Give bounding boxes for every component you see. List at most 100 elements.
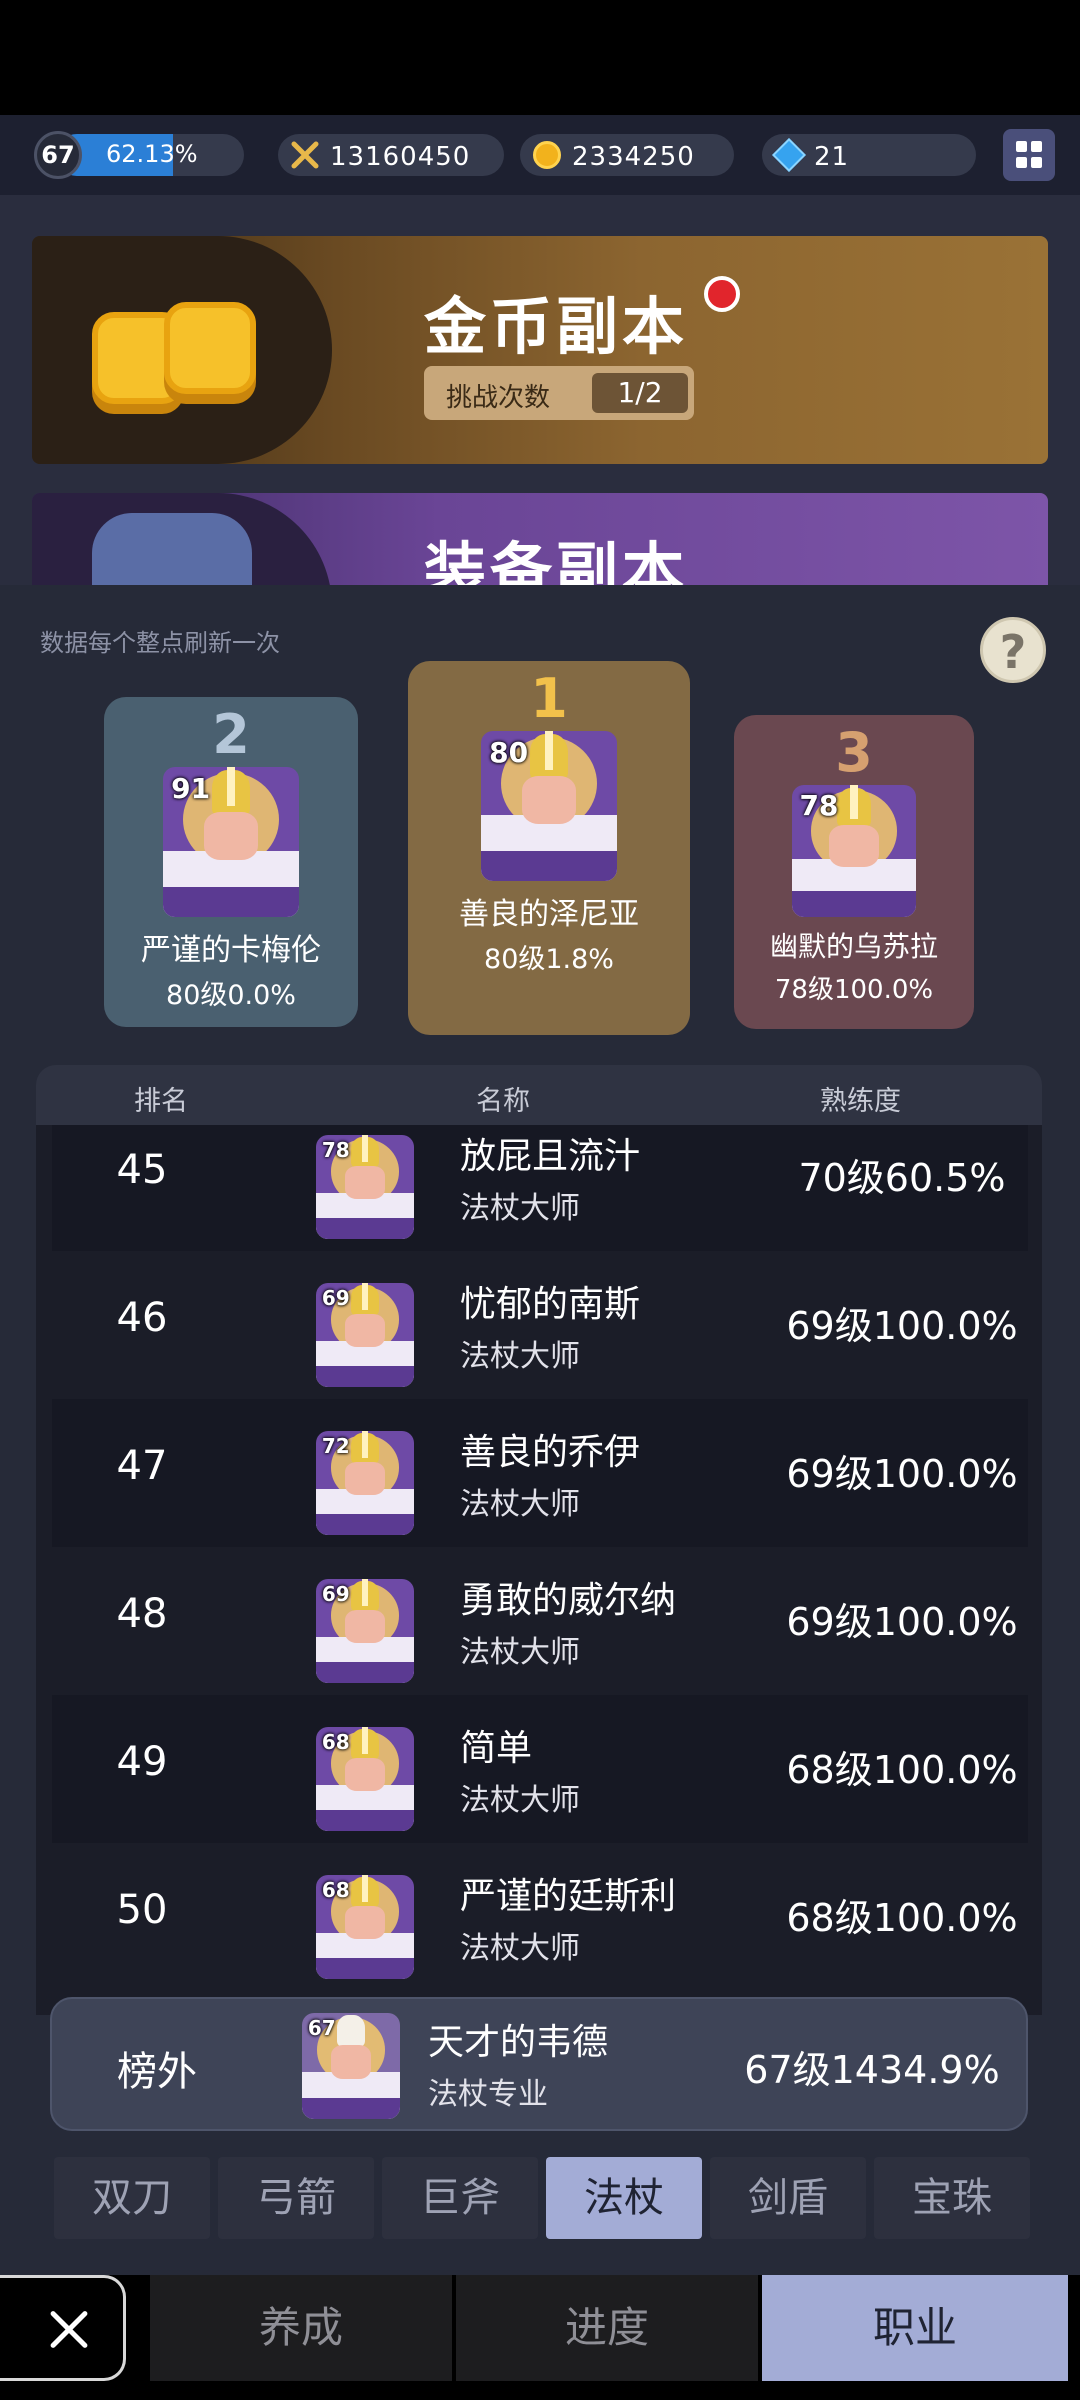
gem-counter: 21 (762, 134, 976, 176)
weapon-tabs: 双刀 弓箭 巨斧 法杖 剑盾 宝珠 (50, 2157, 1030, 2239)
gold-counter: 2334250 (520, 134, 734, 176)
gold-dungeon-banner[interactable]: 金币副本 挑战次数 1/2 (32, 236, 1048, 464)
podium-level: 80级0.0% (166, 980, 296, 1011)
podium-second[interactable]: 2 91 严谨的卡梅伦 80级0.0% (104, 697, 358, 1027)
equipment-dungeon-banner[interactable]: 装备副本 (32, 493, 1048, 585)
avatar-level: 69 (321, 1286, 350, 1311)
avatar: 80 (481, 731, 617, 881)
row-name: 勇敢的威尔纳 (460, 1580, 677, 1621)
avatar: 68 (316, 1875, 414, 1979)
row-class: 法杖大师 (460, 1191, 580, 1226)
table-row[interactable]: 45 78 放屁且流汁 法杖大师 70级60.5% (52, 1125, 1028, 1251)
podium-first[interactable]: 1 80 善良的泽尼亚 80级1.8% (408, 661, 690, 1035)
avatar-level: 69 (321, 1582, 350, 1607)
dungeon-list: 金币副本 挑战次数 1/2 装备副本 (0, 195, 1080, 585)
table-row[interactable]: 49 68 简单 法杖大师 68级100.0% (52, 1695, 1028, 1843)
coin-icon (532, 140, 562, 170)
podium-third[interactable]: 3 78 幽默的乌苏拉 78级100.0% (734, 715, 974, 1029)
avatar: 78 (792, 785, 916, 917)
xp-percent: 62.13% (106, 140, 198, 168)
podium-name: 善良的泽尼亚 (459, 897, 639, 932)
podium-place: 1 (530, 667, 568, 730)
avatar: 68 (316, 1727, 414, 1831)
table-row[interactable]: 46 69 忧郁的南斯 法杖大师 69级100.0% (52, 1251, 1028, 1399)
row-proficiency: 68级100.0% (786, 1896, 1018, 1940)
table-row[interactable]: 47 72 善良的乔伊 法杖大师 69级100.0% (52, 1399, 1028, 1547)
gold-value: 2334250 (572, 142, 695, 172)
avatar-level: 72 (321, 1434, 350, 1459)
avatar-level: 78 (321, 1138, 350, 1163)
column-proficiency: 熟练度 (820, 1086, 901, 1117)
status-bar (0, 0, 1080, 115)
tab-progress[interactable]: 进度 (456, 2275, 758, 2381)
row-class: 法杖大师 (460, 1783, 580, 1818)
podium-name: 严谨的卡梅伦 (141, 933, 321, 968)
row-name: 严谨的廷斯利 (460, 1876, 677, 1917)
row-class: 法杖大师 (460, 1931, 580, 1966)
row-proficiency: 70级60.5% (798, 1156, 1006, 1200)
challenge-count-value: 1/2 (592, 373, 688, 413)
row-rank: 50 (116, 1887, 168, 1933)
player-level-badge: 67 (34, 131, 82, 179)
row-rank: 47 (116, 1443, 168, 1489)
my-class: 法杖专业 (428, 2077, 548, 2112)
tab-staff[interactable]: 法杖 (546, 2157, 702, 2239)
row-proficiency: 69级100.0% (786, 1304, 1018, 1348)
row-class: 法杖大师 (460, 1635, 580, 1670)
tab-class[interactable]: 职业 (762, 2275, 1068, 2381)
podium-level: 78级100.0% (774, 975, 934, 1005)
armor-icon (92, 513, 252, 585)
crossed-swords-icon (290, 140, 320, 170)
avatar-level: 67 (307, 2016, 336, 2041)
tab-bow[interactable]: 弓箭 (218, 2157, 374, 2239)
row-proficiency: 69级100.0% (786, 1600, 1018, 1644)
refresh-note: 数据每个整点刷新一次 (40, 629, 280, 657)
row-name: 简单 (460, 1728, 533, 1769)
row-rank: 48 (116, 1591, 168, 1637)
avatar-level: 68 (321, 1730, 350, 1755)
tab-sword-shield[interactable]: 剑盾 (710, 2157, 866, 2239)
avatar-level: 80 (489, 735, 529, 769)
avatar: 67 (302, 2013, 400, 2119)
avatar-level: 78 (799, 788, 839, 822)
gold-dungeon-title: 金币副本 (424, 290, 689, 363)
bottom-nav: 养成 进度 职业 (0, 2275, 1080, 2400)
table-row[interactable]: 50 68 严谨的廷斯利 法杖大师 68级100.0% (52, 1843, 1028, 1991)
avatar-level: 68 (321, 1878, 350, 1903)
tab-orb[interactable]: 宝珠 (874, 2157, 1030, 2239)
my-name: 天才的韦德 (428, 2022, 609, 2063)
grid-menu-icon[interactable] (1003, 129, 1055, 181)
tab-develop[interactable]: 养成 (150, 2275, 452, 2381)
notification-dot (704, 276, 740, 312)
tab-dual-blades[interactable]: 双刀 (54, 2157, 210, 2239)
gold-coins-icon (92, 284, 272, 424)
avatar: 91 (163, 767, 299, 917)
resource-bar: 67 62.13% 13160450 2334250 21 (0, 115, 1080, 195)
avatar: 78 (316, 1135, 414, 1239)
question-mark-icon[interactable]: ? (980, 617, 1046, 683)
xp-progress-bar: 62.13% (56, 134, 244, 176)
table-row[interactable]: 48 69 勇敢的威尔纳 法杖大师 69级100.0% (52, 1547, 1028, 1695)
ranking-table[interactable]: 45 78 放屁且流汁 法杖大师 70级60.5% 46 69 忧郁的南斯 法杖… (36, 1125, 1042, 2015)
equipment-dungeon-title: 装备副本 (424, 535, 689, 585)
avatar: 72 (316, 1431, 414, 1535)
close-icon[interactable] (0, 2275, 126, 2381)
podium-name: 幽默的乌苏拉 (769, 930, 938, 963)
row-class: 法杖大师 (460, 1487, 580, 1522)
row-rank: 46 (116, 1295, 168, 1341)
ranking-panel: 数据每个整点刷新一次 ? 2 91 严谨的卡梅伦 80级0.0% 1 80 善良… (0, 585, 1080, 2275)
my-ranking-row[interactable]: 榜外 67 天才的韦德 法杖专业 67级1434.9% (50, 1997, 1028, 2131)
avatar-level: 91 (171, 771, 211, 805)
column-name: 名称 (476, 1086, 530, 1117)
ranking-table-header: 排名 名称 熟练度 (36, 1065, 1042, 1125)
tab-great-axe[interactable]: 巨斧 (382, 2157, 538, 2239)
podium-level: 80级1.8% (484, 944, 614, 975)
row-proficiency: 69级100.0% (786, 1452, 1018, 1496)
row-name: 忧郁的南斯 (460, 1284, 641, 1325)
row-name: 善良的乔伊 (460, 1432, 641, 1473)
power-value: 13160450 (330, 142, 471, 172)
challenge-count-badge: 挑战次数 1/2 (424, 366, 694, 420)
gem-value: 21 (814, 142, 850, 172)
row-name: 放屁且流汁 (460, 1136, 641, 1177)
podium-place: 2 (212, 703, 250, 766)
